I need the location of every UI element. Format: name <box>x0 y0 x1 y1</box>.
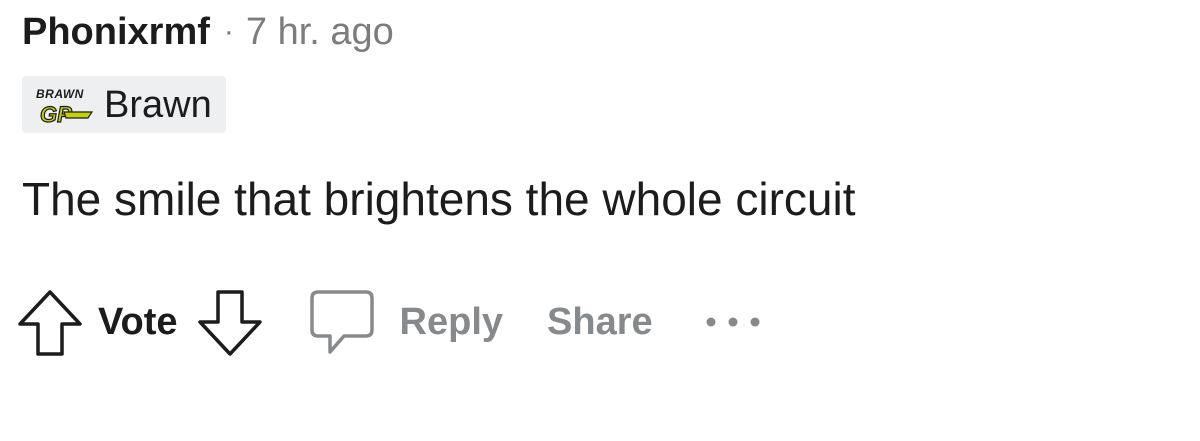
share-button[interactable]: Share <box>547 301 653 344</box>
flair-text: Brawn <box>104 83 212 126</box>
more-icon <box>706 317 760 327</box>
upvote-button[interactable] <box>14 286 86 358</box>
reply-button[interactable]: Reply <box>308 286 503 358</box>
comment-body: The smile that brightens the whole circu… <box>22 173 856 225</box>
comment-header: Phonixrmf · 7 hr. ago <box>22 10 394 54</box>
header-separator: · <box>223 15 234 48</box>
author-username[interactable]: Phonixrmf <box>22 11 210 54</box>
upvote-icon <box>18 290 82 356</box>
downvote-icon <box>197 290 262 356</box>
comment-icon <box>309 290 374 354</box>
reply-label: Reply <box>399 300 504 343</box>
more-options-button[interactable] <box>703 314 763 330</box>
timestamp[interactable]: 7 hr. ago <box>246 11 394 54</box>
comment-actions: Vote Reply Share <box>14 284 763 360</box>
user-flair: BRAWN GP Brawn <box>22 76 226 133</box>
brawn-gp-logo: BRAWN GP <box>36 87 94 126</box>
brawn-logo-text: BRAWN <box>36 87 84 101</box>
downvote-button[interactable] <box>196 286 264 358</box>
vote-count: Vote <box>98 300 178 343</box>
